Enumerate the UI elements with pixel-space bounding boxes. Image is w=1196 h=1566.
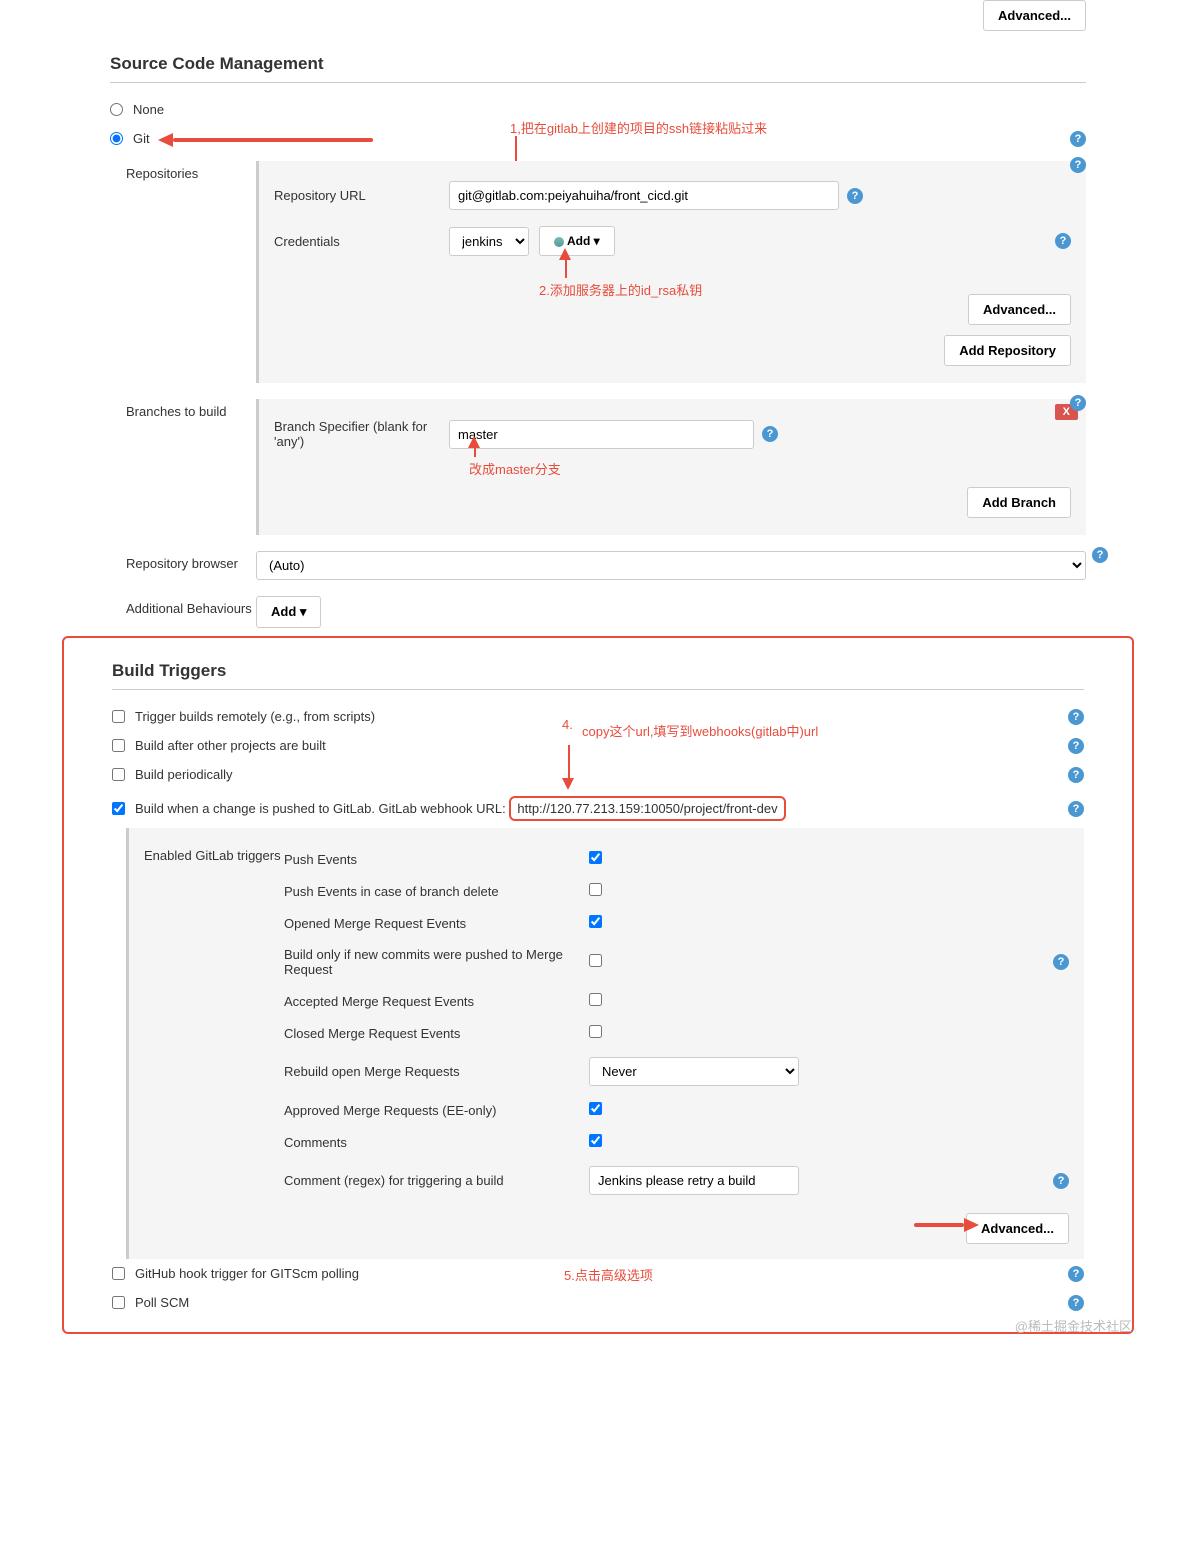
key-icon	[554, 237, 564, 247]
event-label: Approved Merge Requests (EE-only)	[284, 1103, 589, 1118]
additional-behaviours-label: Additional Behaviours	[126, 596, 256, 616]
triggers-advanced-button[interactable]: Advanced...	[966, 1213, 1069, 1244]
event-text-input[interactable]	[589, 1166, 799, 1195]
event-label: Comments	[284, 1135, 589, 1150]
event-checkbox[interactable]	[589, 1102, 602, 1115]
repo-browser-label: Repository browser	[126, 551, 256, 571]
add-repository-button[interactable]: Add Repository	[944, 335, 1071, 366]
event-label: Closed Merge Request Events	[284, 1026, 589, 1041]
branches-label: Branches to build	[126, 399, 256, 419]
repo-browser-select[interactable]: (Auto)	[256, 551, 1086, 580]
poll-scm-label: Poll SCM	[135, 1295, 189, 1310]
help-icon[interactable]: ?	[847, 188, 863, 204]
add-credentials-button[interactable]: Add ▾	[539, 226, 615, 256]
event-checkbox[interactable]	[589, 1134, 602, 1147]
event-checkbox[interactable]	[589, 915, 602, 928]
watermark: @稀土掘金技术社区	[1015, 1316, 1132, 1335]
event-checkbox[interactable]	[589, 993, 602, 1006]
repo-url-label: Repository URL	[274, 188, 449, 203]
poll-scm-checkbox[interactable]	[112, 1296, 125, 1309]
event-label: Opened Merge Request Events	[284, 916, 589, 931]
github-hook-checkbox[interactable]	[112, 1267, 125, 1280]
enabled-triggers-label: Enabled GitLab triggers	[144, 843, 284, 863]
trigger-remote-checkbox[interactable]	[112, 710, 125, 723]
annotation-5: 5.点击高级选项	[564, 1265, 653, 1284]
event-label: Push Events	[284, 852, 589, 867]
scm-git-label: Git	[133, 131, 150, 146]
help-icon[interactable]: ?	[1068, 1266, 1084, 1282]
help-icon[interactable]: ?	[1068, 1295, 1084, 1311]
event-checkbox[interactable]	[589, 883, 602, 896]
trigger-after-checkbox[interactable]	[112, 739, 125, 752]
event-label: Build only if new commits were pushed to…	[284, 947, 589, 977]
help-icon[interactable]: ?	[1053, 1173, 1069, 1189]
repositories-label: Repositories	[126, 161, 256, 181]
trigger-gitlab-checkbox[interactable]	[112, 802, 125, 815]
event-checkbox[interactable]	[589, 954, 602, 967]
help-icon[interactable]: ?	[1070, 157, 1086, 173]
help-icon[interactable]: ?	[1068, 709, 1084, 725]
triggers-title: Build Triggers	[112, 653, 1084, 690]
event-label: Push Events in case of branch delete	[284, 884, 589, 899]
trigger-gitlab-label: Build when a change is pushed to GitLab.…	[135, 796, 786, 821]
github-hook-label: GitHub hook trigger for GITScm polling	[135, 1266, 359, 1281]
event-select[interactable]: Never	[589, 1057, 799, 1086]
add-branch-button[interactable]: Add Branch	[967, 487, 1071, 518]
add-behaviour-button[interactable]: Add ▾	[256, 596, 321, 628]
advanced-button-top[interactable]: Advanced...	[983, 0, 1086, 31]
scm-none-label: None	[133, 102, 164, 117]
event-label: Rebuild open Merge Requests	[284, 1064, 589, 1079]
help-icon[interactable]: ?	[1092, 547, 1108, 563]
help-icon[interactable]: ?	[1068, 738, 1084, 754]
scm-git-radio[interactable]	[110, 132, 123, 145]
webhook-url: http://120.77.213.159:10050/project/fron…	[509, 796, 785, 821]
help-icon[interactable]: ?	[1053, 954, 1069, 970]
advanced-button[interactable]: Advanced...	[968, 294, 1071, 325]
trigger-remote-label: Trigger builds remotely (e.g., from scri…	[135, 709, 375, 724]
trigger-periodic-checkbox[interactable]	[112, 768, 125, 781]
event-label: Comment (regex) for triggering a build	[284, 1173, 589, 1188]
event-label: Accepted Merge Request Events	[284, 994, 589, 1009]
help-icon[interactable]: ?	[762, 426, 778, 442]
credentials-label: Credentials	[274, 234, 449, 249]
repo-url-input[interactable]	[449, 181, 839, 210]
help-icon[interactable]: ?	[1068, 801, 1084, 817]
help-icon[interactable]: ?	[1055, 233, 1071, 249]
credentials-select[interactable]: jenkins	[449, 227, 529, 256]
scm-title: Source Code Management	[110, 46, 1086, 83]
help-icon[interactable]: ?	[1070, 395, 1086, 411]
help-icon[interactable]: ?	[1068, 767, 1084, 783]
trigger-periodic-label: Build periodically	[135, 767, 233, 782]
trigger-after-label: Build after other projects are built	[135, 738, 326, 753]
help-icon[interactable]: ?	[1070, 131, 1086, 147]
branch-spec-input[interactable]	[449, 420, 754, 449]
scm-none-radio[interactable]	[110, 103, 123, 116]
event-checkbox[interactable]	[589, 851, 602, 864]
branch-spec-label: Branch Specifier (blank for 'any')	[274, 419, 449, 449]
event-checkbox[interactable]	[589, 1025, 602, 1038]
annotation-3: 改成master分支	[469, 459, 561, 478]
